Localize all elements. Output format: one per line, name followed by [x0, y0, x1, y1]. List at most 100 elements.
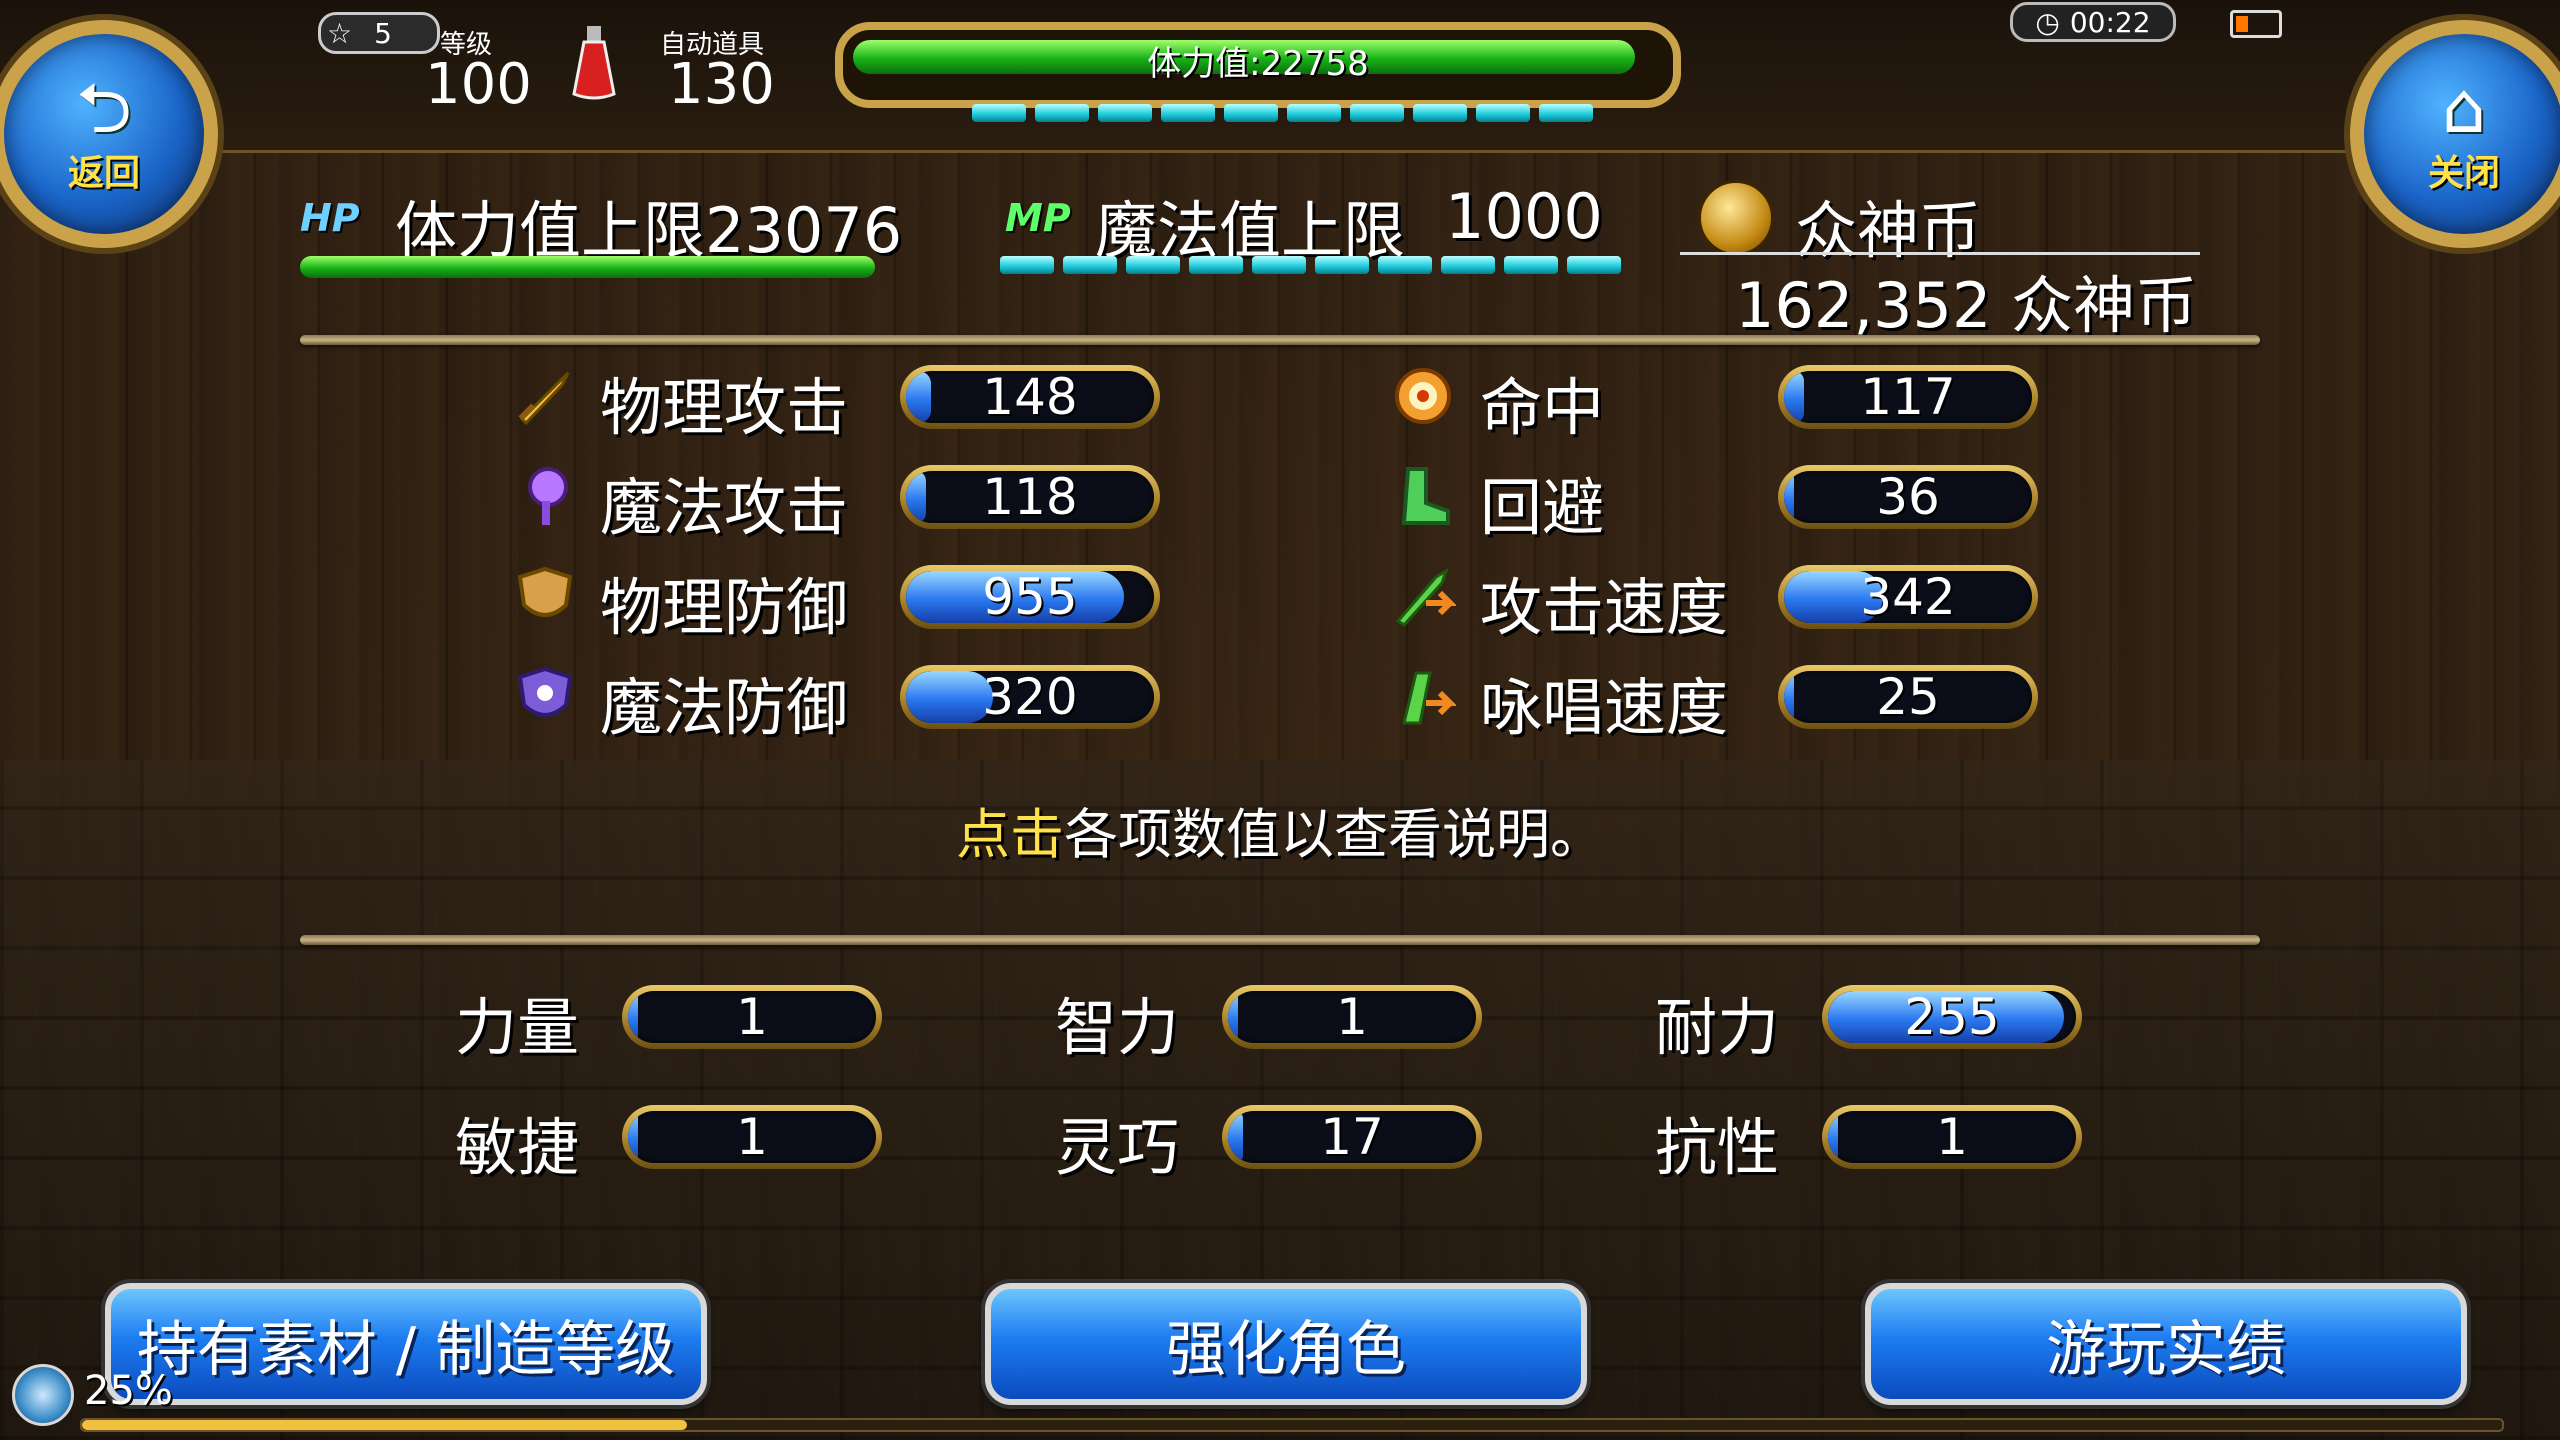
- base-stat-4-value-pill[interactable]: 1: [622, 1105, 882, 1169]
- base-stat-1-value-pill[interactable]: 1: [622, 985, 882, 1049]
- mp-segment: [1098, 104, 1152, 122]
- enhance-character-button[interactable]: 强化角色: [985, 1283, 1587, 1405]
- mp-segment: [1413, 104, 1467, 122]
- progress-text: 25%: [84, 1368, 173, 1414]
- combat-stat-7-label[interactable]: 攻击速度: [1480, 557, 1728, 647]
- combat-stat-6-value-pill[interactable]: 36: [1778, 465, 2038, 529]
- combat-stat-6-value: 36: [1876, 471, 1940, 523]
- mp-segment: [1315, 256, 1369, 274]
- hp-bar-text: 体力值:22758: [1147, 44, 1369, 84]
- cast-speed-icon: [1390, 663, 1458, 729]
- mp-segment: [1539, 104, 1593, 122]
- base-stat-4-value: 1: [736, 1111, 768, 1163]
- combat-stat-6-value-track: 36: [1784, 471, 2032, 523]
- combat-stat-8-value: 25: [1876, 671, 1940, 723]
- mp-segment: [1476, 104, 1530, 122]
- mp-bar-top: [972, 104, 1593, 122]
- base-stat-1-label[interactable]: 力量: [455, 977, 579, 1067]
- combat-stat-2-value-track: 118: [906, 471, 1154, 523]
- base-stat-4-label[interactable]: 敏捷: [455, 1097, 579, 1187]
- combat-stat-2-label[interactable]: 魔法攻击: [600, 457, 848, 547]
- combat-stat-5-value-track: 117: [1784, 371, 2032, 423]
- hp-badge-icon: HP: [300, 196, 360, 240]
- base-stat-2-label[interactable]: 智力: [1055, 977, 1179, 1067]
- combat-stat-5-value: 117: [1860, 371, 1956, 423]
- mp-segment: [1378, 256, 1432, 274]
- progress-bar: [80, 1418, 2504, 1432]
- mp-segment: [1441, 256, 1495, 274]
- combat-stat-8-label[interactable]: 咏唱速度: [1480, 657, 1728, 747]
- mp-segment: [1252, 256, 1306, 274]
- base-stat-5-value-pill[interactable]: 17: [1222, 1105, 1482, 1169]
- combat-stat-2-value: 118: [982, 471, 1078, 523]
- home-icon: ⌂: [2441, 67, 2487, 149]
- base-stat-6-value: 1: [1936, 1111, 1968, 1163]
- mp-segment: [1000, 256, 1054, 274]
- sword-icon: [512, 363, 578, 429]
- clock-text: 00:22: [2069, 5, 2151, 39]
- back-button-label: 返回: [67, 153, 140, 194]
- mp-segment: [1035, 104, 1089, 122]
- base-stat-6-label[interactable]: 抗性: [1655, 1097, 1779, 1187]
- star-rank-value: 5: [374, 16, 392, 50]
- mp-segment: [1063, 256, 1117, 274]
- base-stat-2-value-pill[interactable]: 1: [1222, 985, 1482, 1049]
- base-stat-4-value-track: 1: [628, 1111, 876, 1163]
- mp-segment: [1287, 104, 1341, 122]
- achievements-button[interactable]: 游玩实绩: [1865, 1283, 2467, 1405]
- combat-stat-5-label[interactable]: 命中: [1480, 357, 1604, 447]
- currency-value: 162,352 众神币: [1735, 269, 2198, 342]
- mp-segment: [1161, 104, 1215, 122]
- clock-badge: ◷ 00:22: [2010, 2, 2176, 42]
- combat-stat-5-value-pill[interactable]: 117: [1778, 365, 2038, 429]
- combat-stat-4-value-track: 320: [906, 671, 1154, 723]
- base-stat-2-value-track: 1: [1228, 991, 1476, 1043]
- hint-text: 点击各项数值以查看说明。: [0, 790, 2560, 869]
- mp-segment: [1126, 256, 1180, 274]
- combat-stat-7-value-pill[interactable]: 342: [1778, 565, 2038, 629]
- level-value: 100: [425, 52, 532, 117]
- combat-stat-1-value-pill[interactable]: 148: [900, 365, 1160, 429]
- combat-stat-3-value-pill[interactable]: 955: [900, 565, 1160, 629]
- mp-max-bar: [1000, 256, 1621, 274]
- combat-stat-4-value-pill[interactable]: 320: [900, 665, 1160, 729]
- base-stat-2-value: 1: [1336, 991, 1368, 1043]
- combat-stat-6-label[interactable]: 回避: [1480, 457, 1604, 547]
- base-stat-3-value-pill[interactable]: 255: [1822, 985, 2082, 1049]
- combat-stat-7-value-track: 342: [1784, 571, 2032, 623]
- combat-stat-1-label[interactable]: 物理攻击: [600, 357, 848, 447]
- target-icon: [1390, 363, 1456, 429]
- hint-rest: 各项数值以查看说明。: [1064, 803, 1604, 866]
- back-button[interactable]: ⮌ 返回: [0, 20, 218, 248]
- auto-item-value: 130: [668, 52, 775, 117]
- hp-max-bar: [300, 256, 875, 278]
- mp-max-value: 1000: [1445, 180, 1603, 253]
- combat-stat-4-value: 320: [982, 671, 1078, 723]
- hp-bar: 体力值:22758: [835, 22, 1681, 108]
- combat-stat-1-value-track: 148: [906, 371, 1154, 423]
- base-stat-5-label[interactable]: 灵巧: [1055, 1097, 1179, 1187]
- base-stat-3-label[interactable]: 耐力: [1655, 977, 1779, 1067]
- god-coin-icon: [1698, 180, 1774, 256]
- combat-stat-8-value-pill[interactable]: 25: [1778, 665, 2038, 729]
- base-stat-6-value-pill[interactable]: 1: [1822, 1105, 2082, 1169]
- materials-button[interactable]: 持有素材 / 制造等级: [105, 1283, 707, 1405]
- potion-icon: [572, 26, 616, 100]
- combat-stat-3-label[interactable]: 物理防御: [600, 557, 848, 647]
- magic-shield-icon: [512, 663, 578, 729]
- base-stat-6-value-track: 1: [1828, 1111, 2076, 1163]
- base-stat-1-value: 1: [736, 991, 768, 1043]
- mp-segment: [1189, 256, 1243, 274]
- mp-segment: [972, 104, 1026, 122]
- progress-bar-fill: [82, 1420, 687, 1430]
- combat-stat-4-label[interactable]: 魔法防御: [600, 657, 848, 747]
- base-stat-3-value-track: 255: [1828, 991, 2076, 1043]
- boot-icon: [1390, 463, 1456, 529]
- back-arrow-icon: ⮌: [75, 67, 133, 149]
- mp-segment: [1504, 256, 1558, 274]
- combat-stat-2-value-pill[interactable]: 118: [900, 465, 1160, 529]
- star-icon: ☆: [327, 16, 353, 50]
- mp-segment: [1224, 104, 1278, 122]
- shield-icon: [512, 563, 578, 629]
- base-stat-5-value-track: 17: [1228, 1111, 1476, 1163]
